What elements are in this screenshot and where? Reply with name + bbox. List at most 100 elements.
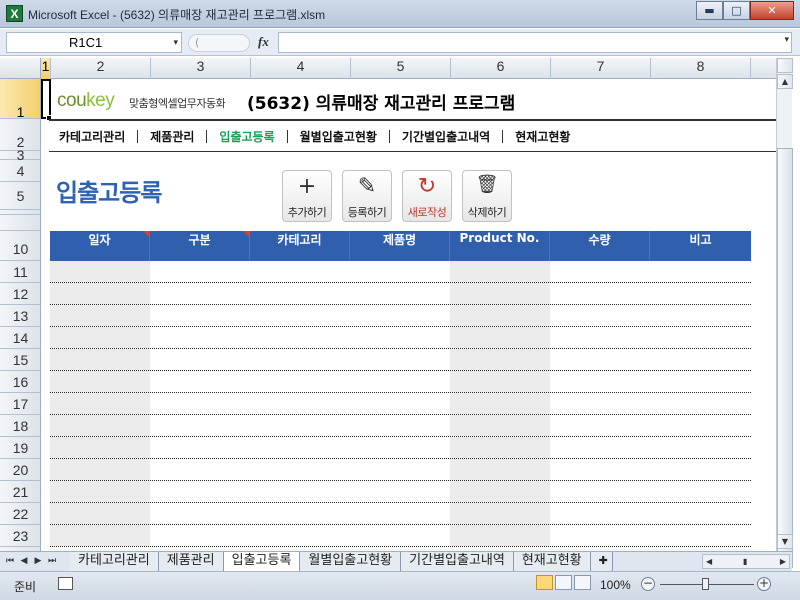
- row-header[interactable]: 14: [0, 327, 40, 349]
- table-cell[interactable]: [450, 261, 550, 282]
- nav-link-category[interactable]: 카테고리관리: [53, 128, 131, 145]
- table-cell[interactable]: [250, 305, 350, 326]
- table-cell[interactable]: [550, 415, 650, 436]
- table-cell[interactable]: [250, 415, 350, 436]
- table-cell[interactable]: [150, 459, 250, 480]
- table-cell[interactable]: [650, 371, 751, 392]
- table-cell[interactable]: [650, 327, 751, 348]
- nav-link-inout-register[interactable]: 입출고등록: [213, 128, 280, 145]
- table-header-cell[interactable]: 구분: [150, 231, 250, 261]
- minimize-button[interactable]: ▬: [696, 1, 723, 20]
- row-header[interactable]: 21: [0, 481, 40, 503]
- column-header[interactable]: 2: [51, 58, 151, 79]
- table-cell[interactable]: [350, 283, 450, 304]
- formula-input[interactable]: ▾: [278, 32, 792, 53]
- table-cell[interactable]: [550, 525, 650, 546]
- table-cell[interactable]: [650, 459, 751, 480]
- table-cell[interactable]: [450, 503, 550, 524]
- table-cell[interactable]: [50, 481, 150, 502]
- column-header[interactable]: 7: [551, 58, 651, 79]
- scroll-up-button[interactable]: ▲: [777, 74, 793, 89]
- table-cell[interactable]: [450, 283, 550, 304]
- table-cell[interactable]: [50, 349, 150, 370]
- table-cell[interactable]: [350, 371, 450, 392]
- table-cell[interactable]: [50, 261, 150, 282]
- tab-monthly-status[interactable]: 월별입출고현황: [300, 552, 402, 571]
- row-header[interactable]: 20: [0, 459, 40, 481]
- table-cell[interactable]: [250, 349, 350, 370]
- table-cell[interactable]: [50, 393, 150, 414]
- macro-record-icon[interactable]: [58, 577, 73, 590]
- table-cell[interactable]: [250, 525, 350, 546]
- table-cell[interactable]: [350, 305, 450, 326]
- table-header-cell[interactable]: 일자: [50, 231, 150, 261]
- row-header[interactable]: 13: [0, 305, 40, 327]
- table-cell[interactable]: [250, 261, 350, 282]
- table-cell[interactable]: [550, 327, 650, 348]
- table-cell[interactable]: [50, 327, 150, 348]
- table-cell[interactable]: [50, 525, 150, 546]
- table-cell[interactable]: [250, 459, 350, 480]
- table-cell[interactable]: [50, 459, 150, 480]
- column-header[interactable]: 8: [651, 58, 751, 79]
- split-handle[interactable]: [777, 58, 793, 73]
- row-header[interactable]: 15: [0, 349, 40, 371]
- comment-indicator-icon[interactable]: [143, 231, 149, 237]
- tab-category[interactable]: 카테고리관리: [70, 552, 159, 571]
- scroll-right-button[interactable]: ▶: [780, 555, 786, 568]
- table-cell[interactable]: [350, 459, 450, 480]
- table-cell[interactable]: [650, 261, 751, 282]
- table-cell[interactable]: [250, 393, 350, 414]
- table-cell[interactable]: [350, 481, 450, 502]
- zoom-in-button[interactable]: +: [757, 577, 771, 591]
- table-cell[interactable]: [450, 525, 550, 546]
- last-sheet-icon[interactable]: ⏭: [46, 554, 58, 568]
- table-cell[interactable]: [250, 327, 350, 348]
- table-cell[interactable]: [50, 283, 150, 304]
- table-cell[interactable]: [450, 415, 550, 436]
- zoom-slider-thumb[interactable]: [702, 578, 709, 590]
- table-cell[interactable]: [150, 503, 250, 524]
- table-cell[interactable]: [150, 261, 250, 282]
- close-button[interactable]: ✕: [750, 1, 794, 20]
- table-cell[interactable]: [350, 327, 450, 348]
- row-header[interactable]: 22: [0, 503, 40, 525]
- column-header[interactable]: 4: [251, 58, 351, 79]
- table-cell[interactable]: [650, 349, 751, 370]
- table-cell[interactable]: [550, 261, 650, 282]
- table-cell[interactable]: [50, 437, 150, 458]
- table-cell[interactable]: [150, 349, 250, 370]
- table-cell[interactable]: [550, 283, 650, 304]
- table-cell[interactable]: [150, 393, 250, 414]
- table-cell[interactable]: [150, 481, 250, 502]
- table-cell[interactable]: [50, 371, 150, 392]
- table-cell[interactable]: [550, 349, 650, 370]
- tab-inout-register[interactable]: 입출고등록: [223, 552, 301, 571]
- zoom-out-button[interactable]: −: [641, 577, 655, 591]
- worksheet-grid[interactable]: coukey 맞춤형엑셀업무자동화 (5632) 의류매장 재고관리 프로그램 …: [41, 79, 776, 551]
- table-cell[interactable]: [50, 305, 150, 326]
- prev-sheet-icon[interactable]: ◀: [18, 554, 30, 568]
- vertical-scrollbar[interactable]: ▲ ▼: [776, 58, 793, 568]
- nav-link-monthly-status[interactable]: 월별입출고현황: [294, 128, 383, 145]
- table-cell[interactable]: [150, 525, 250, 546]
- column-header[interactable]: 6: [451, 58, 551, 79]
- table-cell[interactable]: [550, 503, 650, 524]
- row-header[interactable]: 16: [0, 371, 40, 393]
- table-cell[interactable]: [550, 437, 650, 458]
- expand-formula-icon[interactable]: ▾: [784, 35, 789, 45]
- table-cell[interactable]: [550, 481, 650, 502]
- add-button[interactable]: + 추가하기: [282, 170, 332, 222]
- row-header[interactable]: 3: [0, 148, 40, 162]
- table-cell[interactable]: [550, 371, 650, 392]
- formula-collapse-handle[interactable]: (: [188, 34, 250, 52]
- row-header[interactable]: 12: [0, 283, 40, 305]
- excel-app-icon[interactable]: X: [6, 5, 23, 22]
- scroll-left-button[interactable]: ◀: [706, 555, 712, 568]
- table-cell[interactable]: [550, 393, 650, 414]
- table-cell[interactable]: [350, 261, 450, 282]
- table-cell[interactable]: [150, 305, 250, 326]
- table-cell[interactable]: [250, 503, 350, 524]
- table-cell[interactable]: [250, 481, 350, 502]
- row-header[interactable]: 4: [0, 160, 40, 182]
